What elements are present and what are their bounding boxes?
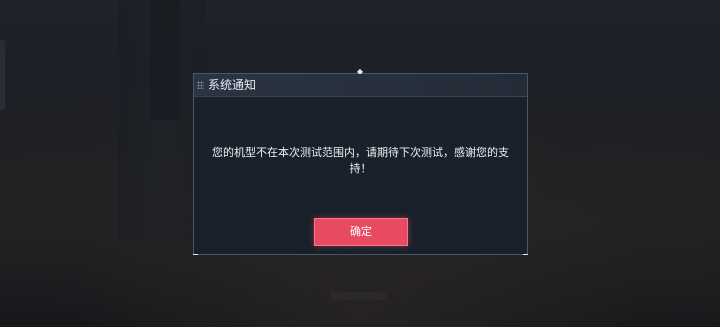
- dialog-title: 系统通知: [208, 78, 257, 92]
- corner-accent: [523, 254, 528, 255]
- system-notice-dialog: ◆ 系统通知 您的机型不在本次测试范围内，请期待下次测试，感谢您的支持！ 确定: [193, 68, 528, 255]
- dialog-header: 系统通知: [194, 74, 527, 97]
- corner-accent: [193, 254, 198, 255]
- game-background: ◆ 系统通知 您的机型不在本次测试范围内，请期待下次测试，感谢您的支持！ 确定: [0, 0, 720, 327]
- dialog-message-text: 您的机型不在本次测试范围内，请期待下次测试，感谢您的支持！: [212, 146, 509, 175]
- dialog-message: 您的机型不在本次测试范围内，请期待下次测试，感谢您的支持！: [204, 145, 517, 177]
- grip-dots-icon: [197, 81, 204, 89]
- confirm-button[interactable]: 确定: [314, 218, 408, 246]
